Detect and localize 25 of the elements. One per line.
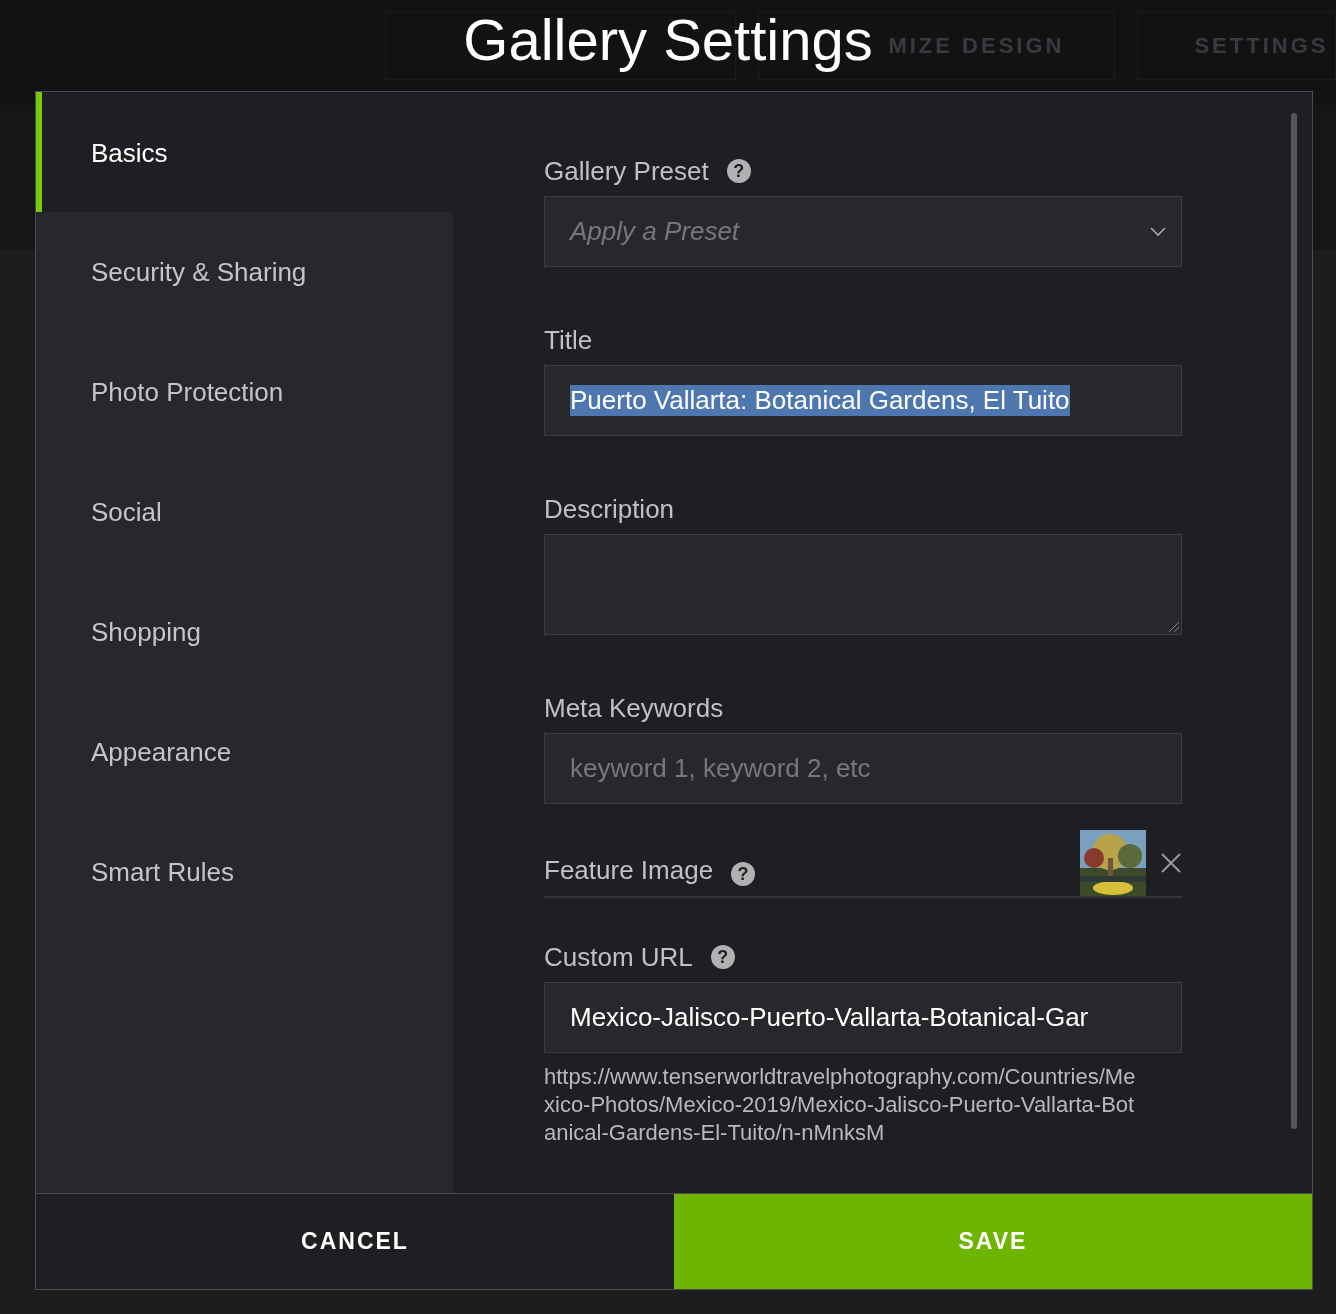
resize-handle-icon [1166,619,1180,633]
field-label: Meta Keywords [544,692,724,724]
field-label: Title [544,324,593,356]
dialog-title: Gallery Settings [463,6,873,74]
help-icon[interactable]: ? [726,159,751,183]
url-preview: https://www.tenserworldtravelphotography.com/Countries/Mexico-Photos/Mexico-2019/Mexico-Jalisco-Puerto-Vallarta-Botanical-Gardens-El-Tuito/n-nMnksM [544,1063,1137,1147]
input-field[interactable]: Mexico-Jalisco-Puerto-Vallarta-Botanical-Gar [544,982,1182,1053]
field-label: Custom URL [544,941,693,973]
input-field[interactable]: Puerto Vallarta: Botanical Gardens, El Tuito [544,365,1182,436]
chevron-down-icon [1149,226,1167,237]
sidebar-item[interactable]: Photo Protection [36,332,453,452]
description-field[interactable] [544,534,1182,635]
sidebar-item[interactable]: Smart Rules [36,812,453,932]
sidebar-item[interactable]: Basics [36,92,453,212]
sidebar-item[interactable]: Social [36,452,453,572]
help-icon[interactable]: ? [710,945,735,969]
field-label: Gallery Preset [544,155,709,187]
close-icon[interactable] [1160,852,1182,874]
field-label: Description [544,493,675,525]
sidebar-item[interactable]: Appearance [36,692,453,812]
sidebar-item[interactable]: Security & Sharing [36,212,453,332]
help-icon[interactable]: ? [731,862,756,886]
sidebar-item[interactable]: Shopping [36,572,453,692]
scrollbar[interactable] [1291,113,1297,1129]
field-label: Feature Image [544,855,714,886]
